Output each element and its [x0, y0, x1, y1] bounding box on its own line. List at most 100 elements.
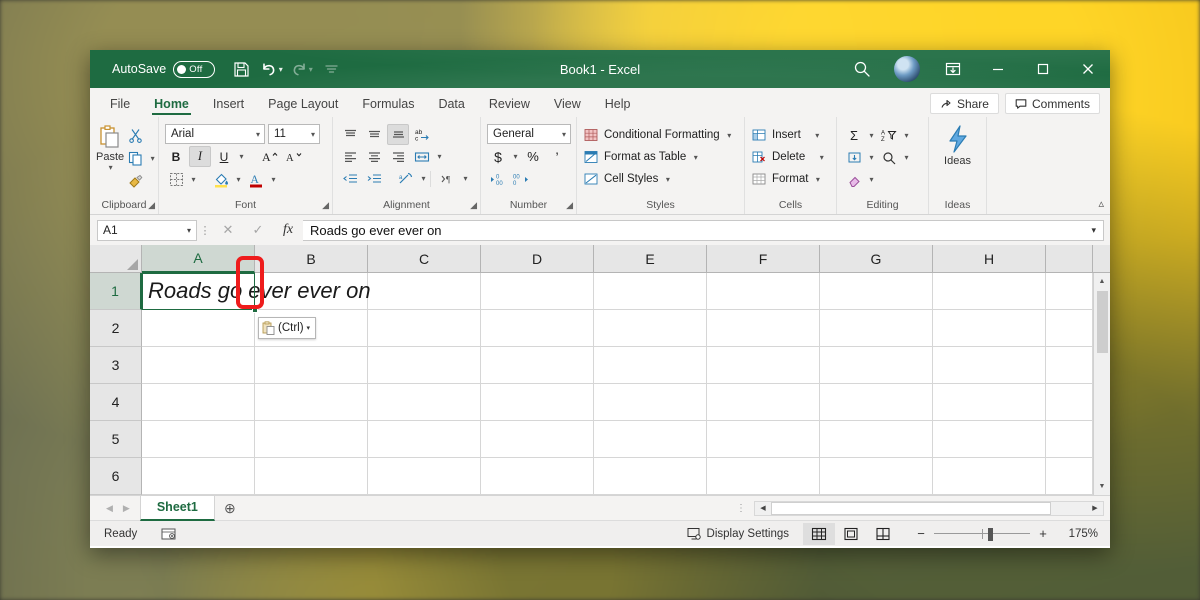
cell-c5[interactable] — [368, 421, 481, 458]
cell-c4[interactable] — [368, 384, 481, 421]
cell-i3[interactable] — [1046, 347, 1093, 384]
alignment-dialog-launcher[interactable]: ◢ — [470, 200, 477, 211]
number-format-combo[interactable]: General ▾ — [487, 124, 571, 144]
conditional-formatting-caret[interactable]: ▾ — [725, 131, 734, 140]
clear-caret[interactable]: ▾ — [867, 175, 876, 184]
cell-f6[interactable] — [707, 458, 820, 495]
expand-formula-bar-icon[interactable]: ▾ — [1091, 225, 1096, 236]
column-header-g[interactable]: G — [820, 245, 933, 273]
undo-dropdown-caret[interactable]: ▾ — [279, 65, 283, 74]
font-color-dropdown-caret[interactable]: ▾ — [269, 175, 278, 184]
cell-e3[interactable] — [594, 347, 707, 384]
cell-a6[interactable] — [142, 458, 255, 495]
redo-icon[interactable]: ▾ — [287, 56, 315, 82]
cell-styles-caret[interactable]: ▾ — [663, 175, 672, 184]
percent-style-icon[interactable]: % — [522, 146, 544, 167]
borders-dropdown-caret[interactable]: ▾ — [189, 175, 198, 184]
align-center-icon[interactable] — [363, 146, 385, 167]
display-settings-button[interactable]: Display Settings — [687, 527, 789, 541]
insert-cells-caret[interactable]: ▾ — [813, 131, 822, 140]
cell-a4[interactable] — [142, 384, 255, 421]
cell-i4[interactable] — [1046, 384, 1093, 421]
zoom-level-label[interactable]: 175% — [1056, 528, 1098, 540]
row-header-5[interactable]: 5 — [90, 421, 142, 458]
collapse-ribbon-icon[interactable]: ▵ — [1098, 197, 1104, 210]
insert-cells-button[interactable]: Insert ▾ — [751, 124, 830, 146]
sort-filter-icon[interactable]: AZ — [878, 125, 900, 146]
cell-a5[interactable] — [142, 421, 255, 458]
share-button[interactable]: Share — [930, 93, 999, 114]
cell-i1[interactable] — [1046, 273, 1093, 310]
autosum-caret[interactable]: ▾ — [867, 131, 876, 140]
tab-file[interactable]: File — [98, 94, 142, 117]
formula-input[interactable]: Roads go ever ever on ▾ — [303, 220, 1104, 241]
page-layout-view-icon[interactable] — [835, 523, 867, 545]
tab-help[interactable]: Help — [593, 94, 643, 117]
format-painter-icon[interactable] — [124, 171, 146, 192]
enter-icon[interactable]: ✓ — [243, 219, 273, 241]
autosave-toggle[interactable]: AutoSave Off — [112, 61, 215, 78]
cell-h5[interactable] — [933, 421, 1046, 458]
bold-button[interactable]: B — [165, 146, 187, 167]
name-box[interactable]: A1 ▾ — [97, 220, 197, 241]
accounting-format-icon[interactable]: $ — [487, 146, 509, 167]
merge-center-icon[interactable] — [411, 146, 433, 167]
increase-decimal-icon[interactable]: 000 — [511, 169, 533, 190]
format-cells-button[interactable]: Format ▾ — [751, 168, 830, 190]
cell-d2[interactable] — [481, 310, 594, 347]
tab-insert[interactable]: Insert — [201, 94, 256, 117]
cell-d6[interactable] — [481, 458, 594, 495]
column-header-e[interactable]: E — [594, 245, 707, 273]
autosum-icon[interactable]: Σ — [843, 125, 865, 146]
cell-d4[interactable] — [481, 384, 594, 421]
cell-b6[interactable] — [255, 458, 368, 495]
cell-e6[interactable] — [594, 458, 707, 495]
accounting-dropdown-caret[interactable]: ▾ — [511, 152, 520, 161]
cell-b5[interactable] — [255, 421, 368, 458]
cell-d1[interactable] — [481, 273, 594, 310]
comma-style-icon[interactable]: ’ — [546, 146, 568, 167]
tab-formulas[interactable]: Formulas — [350, 94, 426, 117]
horizontal-scrollbar[interactable]: ◀ ▶ — [754, 501, 1104, 516]
align-right-icon[interactable] — [387, 146, 409, 167]
cell-d5[interactable] — [481, 421, 594, 458]
find-select-caret[interactable]: ▾ — [902, 153, 911, 162]
format-as-table-caret[interactable]: ▾ — [691, 153, 700, 162]
zoom-slider[interactable] — [934, 528, 1030, 540]
ribbon-display-options-icon[interactable] — [930, 50, 975, 88]
vertical-scroll-thumb[interactable] — [1097, 291, 1108, 353]
conditional-formatting-button[interactable]: Conditional Formatting ▾ — [583, 124, 738, 146]
cell-b1[interactable] — [255, 273, 368, 310]
cell-f4[interactable] — [707, 384, 820, 421]
cell-c2[interactable] — [368, 310, 481, 347]
redo-dropdown-caret[interactable]: ▾ — [309, 65, 313, 74]
font-size-caret[interactable]: ▾ — [307, 130, 315, 139]
format-cells-caret[interactable]: ▾ — [813, 175, 822, 184]
insert-function-icon[interactable]: fx — [273, 219, 303, 241]
cell-e4[interactable] — [594, 384, 707, 421]
maximize-button[interactable] — [1020, 50, 1065, 88]
cell-g1[interactable] — [820, 273, 933, 310]
cell-c6[interactable] — [368, 458, 481, 495]
ideas-button[interactable]: Ideas — [935, 121, 980, 199]
merge-dropdown-caret[interactable]: ▾ — [435, 152, 444, 161]
text-direction-dropdown-caret[interactable]: ▾ — [461, 174, 470, 183]
scroll-right-icon[interactable]: ▶ — [1087, 504, 1103, 512]
cell-g3[interactable] — [820, 347, 933, 384]
clear-icon[interactable] — [843, 169, 865, 190]
column-header-f[interactable]: F — [707, 245, 820, 273]
cell-i2[interactable] — [1046, 310, 1093, 347]
horizontal-scroll-thumb[interactable] — [771, 502, 1051, 515]
number-dialog-launcher[interactable]: ◢ — [566, 200, 573, 211]
format-as-table-button[interactable]: Format as Table ▾ — [583, 146, 738, 168]
cell-styles-button[interactable]: Cell Styles ▾ — [583, 168, 738, 190]
comments-button[interactable]: Comments — [1005, 93, 1100, 114]
cell-f3[interactable] — [707, 347, 820, 384]
vertical-scrollbar[interactable]: ▲ ▼ — [1093, 273, 1110, 495]
cell-c1[interactable] — [368, 273, 481, 310]
cell-d3[interactable] — [481, 347, 594, 384]
tab-data[interactable]: Data — [426, 94, 476, 117]
orientation-dropdown-caret[interactable]: ▾ — [419, 174, 428, 183]
column-header-c[interactable]: C — [368, 245, 481, 273]
delete-cells-caret[interactable]: ▾ — [817, 153, 826, 162]
